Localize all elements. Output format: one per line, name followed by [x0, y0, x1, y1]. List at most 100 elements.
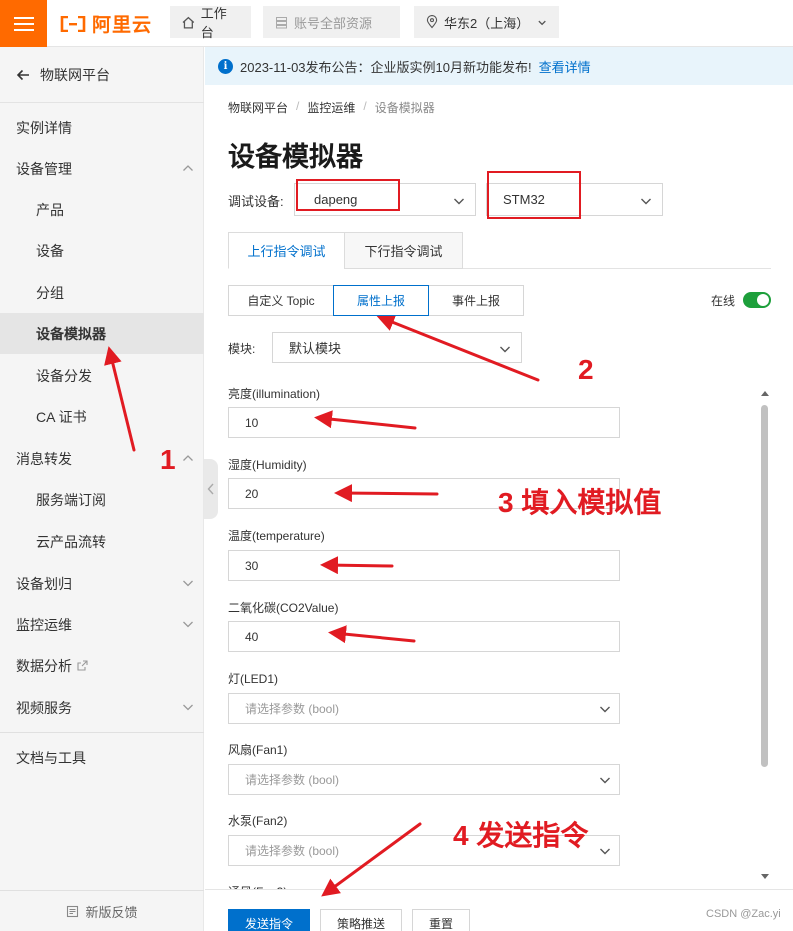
sidebar-item-group[interactable]: 分组 [0, 272, 204, 313]
breadcrumb-separator: / [363, 99, 367, 113]
sidebar-collapse-handle[interactable] [204, 459, 218, 519]
app-root: { "header": { "brand": "阿里云", "workbench… [0, 0, 793, 931]
resources-icon [276, 16, 287, 28]
online-toggle[interactable] [743, 292, 771, 308]
reset-button[interactable]: 重置 [412, 909, 470, 931]
sidebar-item-label: 设备模拟器 [36, 325, 106, 342]
feedback-button[interactable]: 新版反馈 [0, 890, 204, 931]
chevron-down-icon [500, 346, 510, 353]
sidebar-item-device-management[interactable]: 设备管理 [0, 148, 204, 189]
chevron-up-icon [183, 165, 193, 171]
annotation-box-product [487, 171, 581, 219]
sidebar-item-device-assignment[interactable]: 设备划归 [0, 563, 204, 604]
annotation-box-device [296, 179, 400, 211]
sidebar-item-label: 服务端订阅 [36, 491, 106, 508]
sidebar-item-label: 设备管理 [16, 160, 72, 177]
segment-property-report[interactable]: 属性上报 [333, 285, 429, 316]
sidebar-item-label: CA 证书 [36, 408, 87, 425]
sidebar-item-label: 设备分发 [36, 367, 92, 384]
sidebar-item-product[interactable]: 产品 [0, 189, 204, 230]
annotation-step-2: 2 [578, 354, 594, 385]
chevron-down-icon [600, 848, 610, 855]
chevron-down-icon [600, 706, 610, 713]
co2-value: 40 [245, 629, 259, 644]
sidebar-item-label: 设备划归 [16, 575, 72, 592]
notice-banner: i 2023-11-03发布公告：企业版实例10月新功能发布! 查看详情 [205, 47, 793, 85]
notice-details-link[interactable]: 查看详情 [539, 57, 591, 76]
module-label: 模块: [228, 342, 256, 356]
menu-line-icon [13, 22, 34, 25]
sidebar-item-device[interactable]: 设备 [0, 230, 204, 271]
annotation-step-3: 3 填入模拟值 [498, 487, 662, 518]
fan2-placeholder: 请选择参数 (bool) [245, 844, 340, 858]
sidebar-item-ca-certificate[interactable]: CA 证书 [0, 396, 204, 437]
sidebar-item-cloud-product-flow[interactable]: 云产品流转 [0, 521, 204, 562]
region-selector[interactable]: 华东2（上海） [414, 6, 559, 38]
module-select[interactable]: 默认模块 [272, 332, 522, 363]
scrollbar-thumb[interactable] [761, 405, 768, 767]
field-label-co2: 二氧化碳(CO2Value) [228, 601, 339, 615]
sidebar-item-device-distribution[interactable]: 设备分发 [0, 355, 204, 396]
sidebar-item-label: 消息转发 [16, 450, 72, 467]
segment-custom-topic[interactable]: 自定义 Topic [228, 285, 334, 316]
debug-tabs: 上行指令调试 下行指令调试 [228, 232, 771, 269]
chevron-down-icon [538, 20, 546, 25]
led1-placeholder: 请选择参数 (bool) [245, 702, 340, 716]
chevron-down-icon [183, 580, 193, 587]
led1-select[interactable]: 请选择参数 (bool) [228, 693, 620, 724]
tab-downstream-debug[interactable]: 下行指令调试 [344, 232, 463, 269]
sidebar-item-video-service[interactable]: 视频服务 [0, 687, 204, 728]
scroll-up-icon [761, 391, 769, 396]
scroll-down-icon [761, 874, 769, 879]
sidebar-item-instance-details[interactable]: 实例详情 [0, 107, 204, 148]
field-label-humidity: 湿度(Humidity) [228, 458, 307, 472]
breadcrumb-iot-platform[interactable]: 物联网平台 [228, 99, 288, 116]
co2-input[interactable]: 40 [228, 621, 620, 652]
back-label: 物联网平台 [40, 66, 110, 83]
chevron-down-icon [183, 621, 193, 628]
breadcrumb-separator: / [296, 99, 300, 113]
field-label-led1: 灯(LED1) [228, 672, 279, 686]
sidebar: 物联网平台 实例详情 设备管理 产品 设备 分组 设备模拟器 设备分发 CA 证… [0, 47, 204, 931]
sidebar-item-data-analysis[interactable]: 数据分析 [0, 645, 204, 686]
watermark: CSDN @Zac.yi [706, 908, 781, 920]
sidebar-item-label: 实例详情 [16, 119, 72, 136]
brand-logo[interactable]: 阿里云 [60, 10, 152, 37]
field-label-fan1: 风扇(Fan1) [228, 743, 288, 757]
field-label-illumination: 亮度(illumination) [228, 387, 321, 401]
sidebar-divider [0, 732, 204, 733]
sidebar-item-device-simulator[interactable]: 设备模拟器 [0, 313, 204, 354]
sidebar-item-docs-tools[interactable]: 文档与工具 [0, 737, 204, 778]
sidebar-item-label: 数据分析 [16, 657, 72, 674]
chevron-up-icon [183, 455, 193, 461]
module-select-value: 默认模块 [289, 341, 342, 356]
workbench-label: 工作台 [200, 6, 227, 40]
tab-upstream-debug[interactable]: 上行指令调试 [228, 232, 345, 269]
sidebar-item-label: 文档与工具 [16, 749, 86, 766]
temperature-input[interactable]: 30 [228, 550, 620, 581]
page-title: 设备模拟器 [228, 142, 363, 172]
humidity-value: 20 [245, 486, 259, 501]
illumination-value: 10 [245, 415, 259, 430]
fan1-select[interactable]: 请选择参数 (bool) [228, 764, 620, 795]
temperature-value: 30 [245, 558, 259, 573]
strategy-push-button[interactable]: 策略推送 [320, 909, 402, 931]
sidebar-item-label: 云产品流转 [36, 533, 106, 550]
back-to-iot-platform[interactable]: 物联网平台 [0, 47, 204, 103]
account-resources-button[interactable]: 账号全部资源 [263, 6, 400, 38]
menu-button[interactable] [0, 0, 47, 47]
breadcrumb-device-simulator: 设备模拟器 [374, 101, 435, 115]
sidebar-item-server-subscription[interactable]: 服务端订阅 [0, 479, 204, 520]
sidebar-item-label: 视频服务 [16, 699, 72, 716]
send-command-button[interactable]: 发送指令 [228, 909, 310, 931]
sidebar-item-monitoring-ops[interactable]: 监控运维 [0, 604, 204, 645]
segment-event-report[interactable]: 事件上报 [428, 285, 524, 316]
breadcrumb-monitoring-ops[interactable]: 监控运维 [307, 99, 355, 116]
online-status-label: 在线 [711, 294, 736, 308]
illumination-input[interactable]: 10 [228, 407, 620, 438]
workbench-button[interactable]: 工作台 [170, 6, 251, 40]
menu-line-icon [13, 28, 34, 31]
notice-text: 2023-11-03发布公告：企业版实例10月新功能发布! [240, 59, 532, 75]
external-link-icon [77, 660, 88, 671]
chevron-down-icon [183, 704, 193, 711]
